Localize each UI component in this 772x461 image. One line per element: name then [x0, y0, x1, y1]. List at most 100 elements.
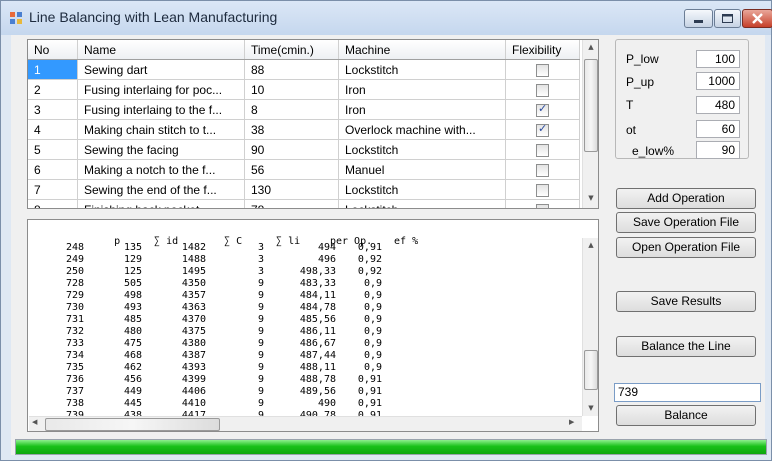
cell-time[interactable]: 38 — [244, 119, 339, 140]
list-item[interactable]: 728 505 4350 9 483,33 0,9 — [28, 278, 382, 290]
cell-machine[interactable]: Manuel — [338, 159, 506, 180]
scroll-up-icon[interactable]: ▲ — [583, 43, 598, 51]
cell-flexibility[interactable] — [505, 179, 580, 200]
cell-name[interactable]: Finishing back pocket — [77, 199, 245, 208]
list-item[interactable]: 729 498 4357 9 484,11 0,9 — [28, 290, 382, 302]
e-low-input[interactable]: 90 — [696, 141, 740, 159]
cell-machine[interactable]: Iron — [338, 79, 506, 100]
flexibility-checkbox[interactable] — [536, 163, 549, 177]
ot-input[interactable]: 60 — [696, 120, 740, 138]
grid-scroll-thumb[interactable] — [584, 59, 598, 152]
cell-no[interactable]: 4 — [28, 119, 78, 140]
results-scroll-down-icon[interactable]: ▼ — [583, 404, 598, 412]
cell-no[interactable]: 7 — [28, 179, 78, 200]
list-item[interactable]: 731 485 4370 9 485,56 0,9 — [28, 314, 382, 326]
list-item[interactable]: 249 129 1488 3 496 0,92 — [28, 254, 382, 266]
cell-no[interactable]: 6 — [28, 159, 78, 180]
cell-flexibility[interactable] — [505, 159, 580, 180]
minimize-button[interactable] — [684, 9, 713, 28]
results-hscroll-thumb[interactable] — [45, 418, 220, 431]
flexibility-checkbox[interactable] — [536, 203, 549, 208]
cell-flexibility[interactable] — [505, 199, 580, 208]
cell-name[interactable]: Sewing the facing — [77, 139, 245, 160]
cell-machine[interactable]: Overlock machine with... — [338, 119, 506, 140]
p-low-input[interactable]: 100 — [696, 50, 740, 68]
scroll-down-icon[interactable]: ▼ — [583, 194, 598, 202]
cell-no[interactable]: 1 — [28, 59, 78, 80]
cell-name[interactable]: Fusing interlaing for poc... — [77, 79, 245, 100]
list-item[interactable]: 250 125 1495 3 498,33 0,92 — [28, 266, 382, 278]
list-item[interactable]: 738 445 4410 9 490 0,91 — [28, 398, 382, 410]
cell-machine[interactable]: Lockstitch — [338, 59, 506, 80]
list-item[interactable]: 733 475 4380 9 486,67 0,9 — [28, 338, 382, 350]
scroll-right-icon[interactable]: ▶ — [569, 418, 574, 426]
cell-time[interactable]: 56 — [244, 159, 339, 180]
save-operation-file-button[interactable]: Save Operation File — [616, 212, 756, 233]
balance-the-line-button[interactable]: Balance the Line — [616, 336, 756, 357]
column-header-flexibility[interactable]: Flexibility — [505, 40, 580, 60]
cell-time[interactable]: 8 — [244, 99, 339, 120]
table-row[interactable]: 4 Making chain stitch to t... 38 Overlock m… — [28, 119, 580, 140]
flexibility-checkbox[interactable] — [536, 122, 549, 137]
list-item[interactable]: 734 468 4387 9 487,44 0,9 — [28, 350, 382, 362]
cell-machine[interactable]: Iron — [338, 99, 506, 120]
scroll-left-icon[interactable]: ◀ — [32, 418, 37, 426]
list-item[interactable]: 736 456 4399 9 488,78 0,91 — [28, 374, 382, 386]
add-operation-button[interactable]: Add Operation — [616, 188, 756, 209]
flexibility-checkbox[interactable] — [536, 143, 549, 157]
list-item[interactable]: 730 493 4363 9 484,78 0,9 — [28, 302, 382, 314]
cell-flexibility[interactable] — [505, 79, 580, 100]
cell-name[interactable]: Making a notch to the f... — [77, 159, 245, 180]
results-vertical-scrollbar[interactable]: ▲ ▼ — [582, 238, 598, 416]
open-operation-file-button[interactable]: Open Operation File — [616, 237, 756, 258]
cell-flexibility[interactable] — [505, 99, 580, 120]
cell-flexibility[interactable] — [505, 59, 580, 80]
cell-no[interactable]: 2 — [28, 79, 78, 100]
cell-machine[interactable]: Lockstitch — [338, 179, 506, 200]
cell-no[interactable]: 5 — [28, 139, 78, 160]
flexibility-checkbox[interactable] — [536, 183, 549, 197]
grid-vertical-scrollbar[interactable]: ▲ ▼ — [582, 40, 598, 208]
selected-result-input[interactable]: 739 — [614, 383, 761, 402]
cell-time[interactable]: 78 — [244, 199, 339, 208]
column-header-machine[interactable]: Machine — [338, 40, 506, 60]
p-up-input[interactable]: 1000 — [696, 72, 740, 90]
cell-name[interactable]: Sewing dart — [77, 59, 245, 80]
cell-machine[interactable]: Lockstitch — [338, 139, 506, 160]
results-scroll-thumb[interactable] — [584, 350, 598, 390]
list-item[interactable]: 735 462 4393 9 488,11 0,9 — [28, 362, 382, 374]
table-row[interactable]: 2 Fusing interlaing for poc... 10 Iron — [28, 79, 580, 100]
column-header-name[interactable]: Name — [77, 40, 245, 60]
balance-button[interactable]: Balance — [616, 405, 756, 426]
cell-flexibility[interactable] — [505, 139, 580, 160]
column-header-no[interactable]: No — [28, 40, 78, 60]
title-bar[interactable]: Line Balancing with Lean Manufacturing — [1, 1, 772, 35]
save-results-button[interactable]: Save Results — [616, 291, 756, 312]
results-scroll-up-icon[interactable]: ▲ — [583, 241, 598, 249]
cell-time[interactable]: 90 — [244, 139, 339, 160]
results-list[interactable]: p ∑ id ∑ C ∑ li per Op. ef % 248 135 1482 3 494 0,… — [27, 219, 599, 432]
table-row[interactable]: 1 Sewing dart 88 Lockstitch — [28, 59, 580, 80]
cell-no[interactable]: 8 — [28, 199, 78, 208]
flexibility-checkbox[interactable] — [536, 63, 549, 77]
list-item[interactable]: 732 480 4375 9 486,11 0,9 — [28, 326, 382, 338]
cell-name[interactable]: Sewing the end of the f... — [77, 179, 245, 200]
cell-time[interactable]: 88 — [244, 59, 339, 80]
cell-time[interactable]: 130 — [244, 179, 339, 200]
table-row[interactable]: 7 Sewing the end of the f... 130 Lockstitch — [28, 179, 580, 200]
cell-name[interactable]: Making chain stitch to t... — [77, 119, 245, 140]
close-button[interactable] — [742, 9, 772, 28]
table-row[interactable]: 3 Fusing interlaing to the f... 8 Iron — [28, 99, 580, 120]
flexibility-checkbox[interactable] — [536, 102, 549, 117]
list-item[interactable]: 737 449 4406 9 489,56 0,91 — [28, 386, 382, 398]
cell-name[interactable]: Fusing interlaing to the f... — [77, 99, 245, 120]
table-row[interactable]: 6 Making a notch to the f... 56 Manuel — [28, 159, 580, 180]
table-row[interactable]: 8Finishing back pocket78Lockstitch — [28, 199, 580, 208]
flexibility-checkbox[interactable] — [536, 83, 549, 97]
cell-flexibility[interactable] — [505, 119, 580, 140]
t-input[interactable]: 480 — [696, 96, 740, 114]
operations-grid[interactable]: No Name Time(cmin.) Machine Flexibility … — [27, 39, 599, 209]
maximize-button[interactable] — [714, 9, 741, 28]
cell-machine[interactable]: Lockstitch — [338, 199, 506, 208]
results-horizontal-scrollbar[interactable]: ◀ ▶ — [29, 416, 582, 431]
